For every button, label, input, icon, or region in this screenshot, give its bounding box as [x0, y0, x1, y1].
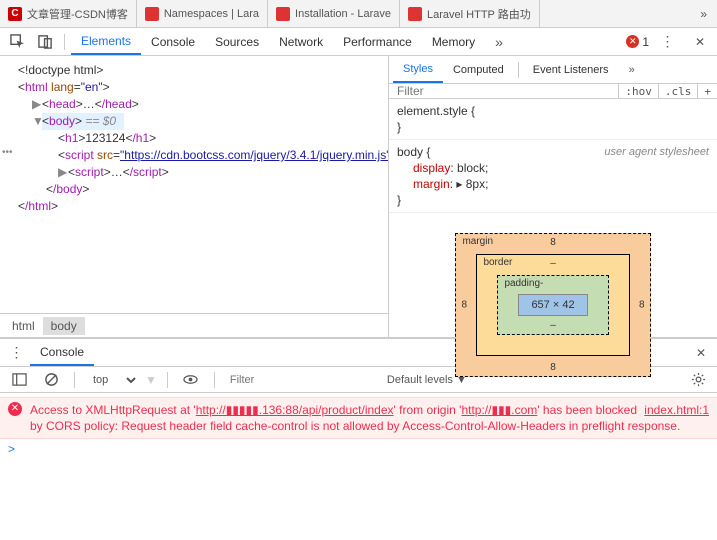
styles-more-icon[interactable]: » [619, 56, 646, 83]
kebab-menu-icon[interactable]: ⋮ [655, 31, 681, 53]
browser-tab[interactable]: C 文章管理-CSDN博客 [0, 0, 137, 28]
browser-tabs-bar: C 文章管理-CSDN博客 Namespaces | Lara Installa… [0, 0, 717, 28]
tab-computed[interactable]: Computed [443, 56, 514, 83]
sidebar-toggle-icon[interactable] [6, 369, 32, 391]
styles-pane: Styles Computed Event Listeners » :hov .… [389, 56, 717, 337]
divider [214, 372, 215, 388]
border-label: border [483, 257, 512, 268]
divider [167, 372, 168, 388]
tab-label: Installation - Larave [295, 8, 391, 20]
tabs-more-icon[interactable]: » [485, 28, 514, 55]
content-size: 657 × 42 [518, 294, 587, 316]
css-rule-body[interactable]: user agent stylesheet body { display: bl… [389, 140, 717, 213]
csdn-icon: C [8, 7, 22, 21]
tab-sources[interactable]: Sources [205, 28, 269, 55]
laravel-icon [145, 7, 159, 21]
clear-console-icon[interactable] [38, 369, 64, 391]
drawer-tab-console[interactable]: Console [30, 339, 94, 366]
console-output: ✕ index.html:1 Access to XMLHttpRequest … [0, 393, 717, 540]
padding-label: padding- [504, 278, 543, 289]
browser-tab[interactable]: Laravel HTTP 路由功 [400, 0, 540, 28]
tab-performance[interactable]: Performance [333, 28, 422, 55]
styles-filter-input[interactable] [389, 84, 618, 98]
error-icon: ✕ [8, 402, 22, 416]
settings-icon[interactable] [685, 369, 711, 391]
laravel-icon [276, 7, 290, 21]
error-badge[interactable]: ✕ 1 [626, 35, 649, 49]
error-source-link[interactable]: index.html:1 [644, 402, 709, 418]
dom-tree[interactable]: <!doctype html> <html lang="en"> ▶<head>… [0, 56, 388, 313]
css-rule-element-style[interactable]: element.style { } [389, 99, 717, 140]
gutter-dots: ••• [2, 147, 13, 158]
divider [64, 34, 65, 50]
close-drawer-icon[interactable]: ✕ [689, 341, 713, 365]
plus-button[interactable]: + [697, 84, 717, 98]
tab-network[interactable]: Network [269, 28, 333, 55]
devtools-tab-strip: Elements Console Sources Network Perform… [71, 28, 514, 55]
laravel-icon [408, 7, 422, 21]
hov-button[interactable]: :hov [618, 84, 658, 98]
browser-tab[interactable]: Installation - Larave [268, 0, 400, 28]
tab-styles[interactable]: Styles [393, 56, 443, 83]
breadcrumb: html body [0, 313, 388, 337]
console-prompt[interactable]: > [0, 439, 717, 459]
tab-label: 文章管理-CSDN博客 [27, 6, 128, 22]
error-count: 1 [642, 35, 649, 49]
live-expression-icon[interactable] [178, 369, 204, 391]
tab-memory[interactable]: Memory [422, 28, 485, 55]
inspect-element-icon[interactable] [4, 31, 30, 53]
devtools: Elements Console Sources Network Perform… [0, 28, 717, 540]
devtools-toolbar: Elements Console Sources Network Perform… [0, 28, 717, 56]
tab-console[interactable]: Console [141, 28, 205, 55]
crumb-body[interactable]: body [43, 317, 85, 335]
error-icon: ✕ [626, 35, 639, 48]
crumb-html[interactable]: html [4, 317, 43, 335]
tabs-overflow-chevron[interactable]: » [690, 7, 717, 21]
console-filter-input[interactable] [225, 371, 377, 389]
close-icon[interactable]: ✕ [687, 31, 713, 53]
tab-label: Laravel HTTP 路由功 [427, 6, 531, 22]
divider [518, 62, 519, 78]
tab-event-listeners[interactable]: Event Listeners [523, 56, 619, 83]
main-split: ••• <!doctype html> <html lang="en"> ▶<h… [0, 56, 717, 338]
ua-stylesheet-label: user agent stylesheet [604, 144, 709, 160]
margin-label: margin [462, 236, 493, 247]
doctype: <!doctype html> [18, 63, 103, 77]
elements-pane: ••• <!doctype html> <html lang="en"> ▶<h… [0, 56, 389, 337]
device-toolbar-icon[interactable] [32, 31, 58, 53]
tab-elements[interactable]: Elements [71, 28, 141, 55]
styles-tabs: Styles Computed Event Listeners » [389, 56, 717, 84]
drawer-menu-icon[interactable]: ⋮ [4, 342, 30, 364]
context-selector[interactable]: top [85, 372, 139, 388]
divider [74, 372, 75, 388]
tab-label: Namespaces | Lara [164, 8, 259, 20]
cls-button[interactable]: .cls [658, 84, 698, 98]
styles-filter-row: :hov .cls + [389, 84, 717, 99]
console-error-message[interactable]: ✕ index.html:1 Access to XMLHttpRequest … [0, 397, 717, 439]
browser-tab[interactable]: Namespaces | Lara [137, 0, 268, 28]
